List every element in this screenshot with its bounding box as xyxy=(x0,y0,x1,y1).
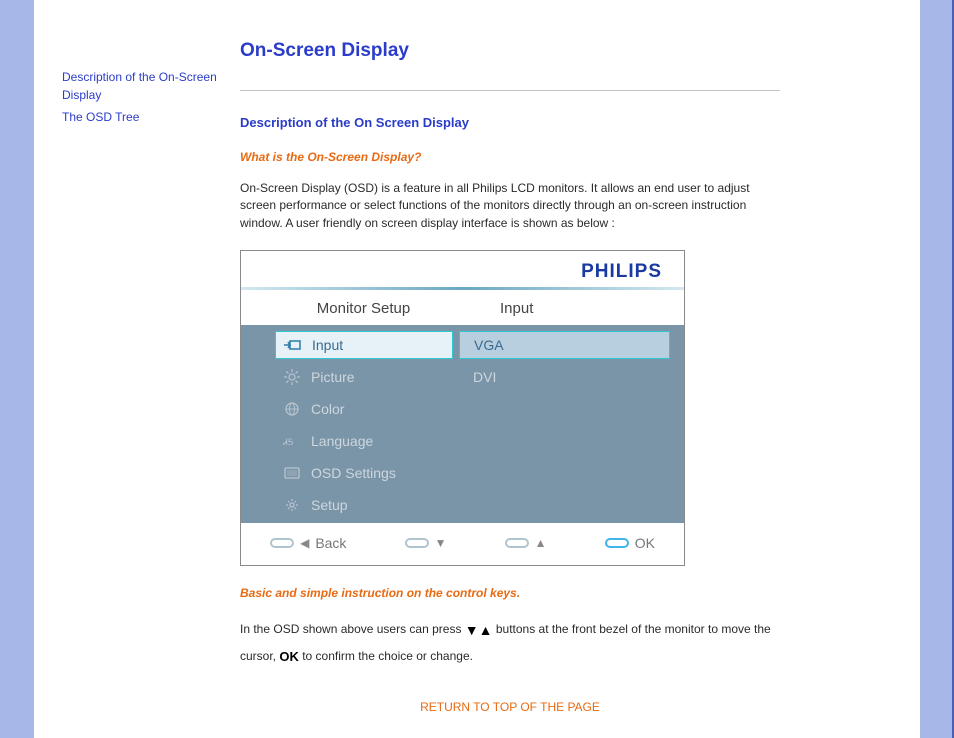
triangle-left-icon xyxy=(300,536,309,550)
triangle-up-icon xyxy=(535,536,547,550)
input-icon xyxy=(284,336,302,354)
osd-option-dvi[interactable]: DVI xyxy=(459,363,670,391)
osd-panel: PHILIPS Monitor Setup Input Input xyxy=(240,250,685,566)
osd-body: Input Picture Color xyxy=(241,325,684,523)
section-heading: Description of the On Screen Display xyxy=(240,115,780,130)
osd-footer: Back OK xyxy=(241,523,684,565)
page-margin-left xyxy=(0,0,34,738)
osd-header-left: Monitor Setup xyxy=(241,300,486,317)
brand-logo-text: PHILIPS xyxy=(241,251,684,287)
page-body: Description of the On-Screen Display The… xyxy=(34,0,920,738)
osd-option-vga[interactable]: VGA xyxy=(459,331,670,359)
osd-column-headers: Monitor Setup Input xyxy=(241,290,684,325)
osd-menu-input[interactable]: Input xyxy=(275,331,453,359)
nav-link-osd-tree[interactable]: The OSD Tree xyxy=(62,108,224,126)
osd-back-label: Back xyxy=(315,535,346,551)
osd-back-button[interactable]: Back xyxy=(270,535,346,551)
osd-menu-label: Input xyxy=(312,337,343,353)
intro-paragraph: On-Screen Display (OSD) is a feature in … xyxy=(240,180,780,232)
button-pill-icon xyxy=(505,538,529,548)
osd-ok-label: OK xyxy=(635,535,655,551)
instr-text-1: In the OSD shown above users can press xyxy=(240,622,461,636)
triangle-up-icon: ▲ xyxy=(479,616,493,644)
osd-menu-color[interactable]: Color xyxy=(275,395,453,423)
osd-up-button[interactable] xyxy=(505,536,547,550)
ok-glyph: OK xyxy=(279,644,299,670)
svg-text:ᏗᎦ: ᏗᎦ xyxy=(283,437,294,447)
osd-down-button[interactable] xyxy=(405,536,447,550)
page-title: On-Screen Display xyxy=(240,40,780,62)
osd-options-column: VGA DVI xyxy=(453,325,684,523)
gear-icon xyxy=(283,496,301,514)
osd-menu-label: Color xyxy=(311,401,344,417)
osd-header-right: Input xyxy=(486,300,684,317)
osd-menu-picture[interactable]: Picture xyxy=(275,363,453,391)
language-icon: ᏗᎦ xyxy=(283,432,301,450)
button-pill-icon xyxy=(605,538,629,548)
osd-menu-column: Input Picture Color xyxy=(241,325,453,523)
instructions-heading: Basic and simple instruction on the cont… xyxy=(240,586,780,600)
nav-link-description[interactable]: Description of the On-Screen Display xyxy=(62,68,224,104)
button-pill-icon xyxy=(270,538,294,548)
sidebar-nav: Description of the On-Screen Display The… xyxy=(34,0,234,738)
screen-icon xyxy=(283,464,301,482)
osd-menu-label: Language xyxy=(311,433,373,449)
osd-option-label: DVI xyxy=(473,369,496,385)
osd-menu-setup[interactable]: Setup xyxy=(275,491,453,519)
instructions-paragraph: In the OSD shown above users can press ▼… xyxy=(240,616,780,670)
return-to-top-link[interactable]: RETURN TO TOP OF THE PAGE xyxy=(240,700,780,714)
triangle-down-icon: ▼ xyxy=(465,616,479,644)
osd-menu-osd-settings[interactable]: OSD Settings xyxy=(275,459,453,487)
osd-menu-label: OSD Settings xyxy=(311,465,396,481)
triangle-down-icon xyxy=(435,536,447,550)
page-margin-right xyxy=(920,0,954,738)
globe-icon xyxy=(283,400,301,418)
question-heading: What is the On-Screen Display? xyxy=(240,150,780,164)
osd-ok-button[interactable]: OK xyxy=(605,535,655,551)
main-content: On-Screen Display Description of the On … xyxy=(234,0,920,738)
instr-text-3: to confirm the choice or change. xyxy=(302,649,473,663)
osd-menu-label: Setup xyxy=(311,497,348,513)
osd-menu-language[interactable]: ᏗᎦ Language xyxy=(275,427,453,455)
osd-menu-label: Picture xyxy=(311,369,355,385)
osd-option-label: VGA xyxy=(474,337,504,353)
button-pill-icon xyxy=(405,538,429,548)
divider xyxy=(240,90,780,91)
brightness-icon xyxy=(283,368,301,386)
